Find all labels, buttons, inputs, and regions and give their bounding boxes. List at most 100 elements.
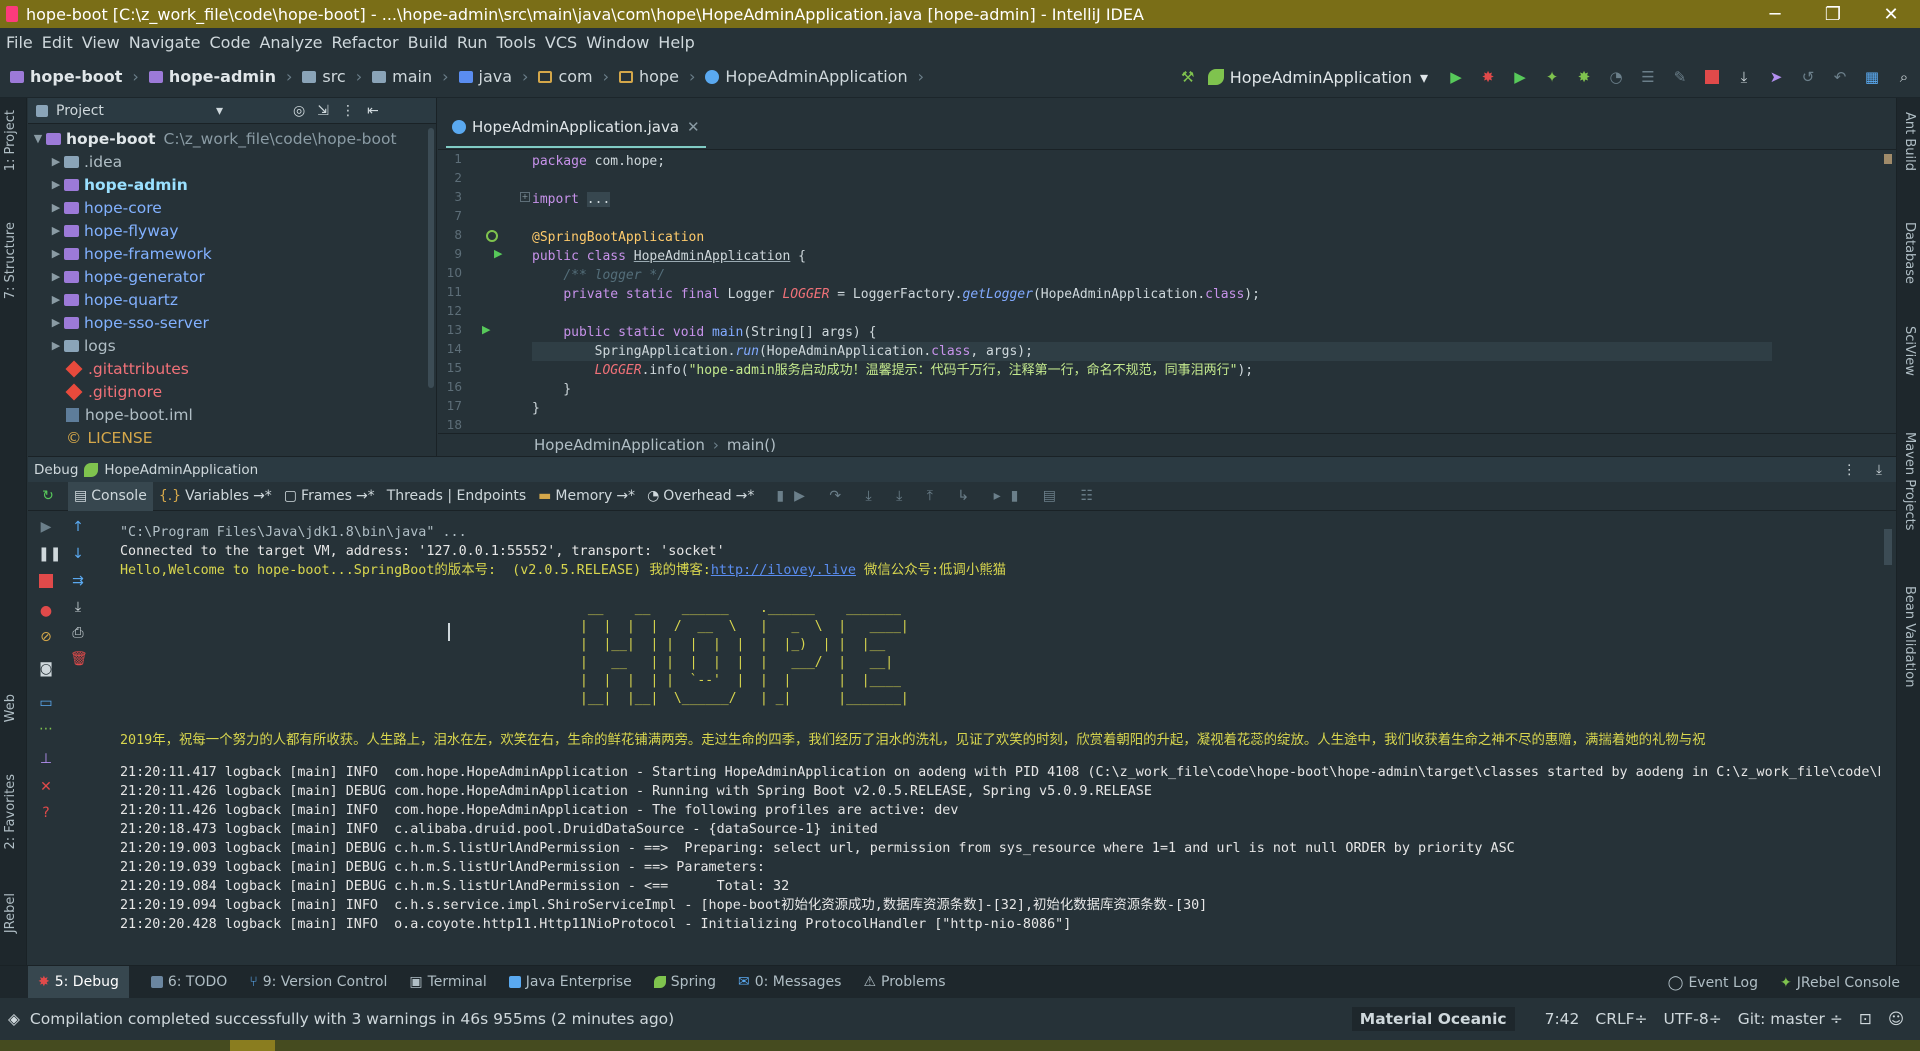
more-icon[interactable]: ⋯: [38, 721, 54, 737]
menu-refactor[interactable]: Refactor: [332, 33, 406, 52]
bottom-tab-event-log[interactable]: ◯ Event Log: [1668, 975, 1758, 991]
debug-session-tab[interactable]: HopeAdminApplication: [104, 462, 258, 478]
console-scrollbar[interactable]: [1884, 529, 1892, 565]
bottom-tab-jrebel-console[interactable]: ✦ JRebel Console: [1780, 975, 1900, 991]
clear-all-icon[interactable]: 🗑: [70, 651, 88, 667]
menu-analyze[interactable]: Analyze: [259, 33, 329, 52]
debug-icon[interactable]: ✸: [1477, 66, 1499, 88]
run-class-gutter-icon[interactable]: ▶: [494, 247, 502, 260]
bottom-tab-version-control[interactable]: ⑂ 9: Version Control: [249, 974, 387, 990]
history-icon[interactable]: ↺: [1797, 66, 1819, 88]
locate-icon[interactable]: ◎: [293, 103, 305, 119]
blog-link[interactable]: http://ilovey.live: [711, 563, 856, 578]
editor-tab-active[interactable]: HopeAdminApplication.java ✕: [446, 108, 706, 148]
project-structure-icon[interactable]: ▦: [1861, 66, 1883, 88]
search-icon[interactable]: ⌕: [1893, 66, 1915, 88]
tree-item-hope-sso-server[interactable]: ▶ hope-sso-server: [48, 311, 209, 334]
breadcrumb-hope-admin[interactable]: hope-admin ›: [148, 67, 292, 86]
tab-frames[interactable]: ▢ Frames →*: [278, 482, 381, 511]
tool-tab-database[interactable]: Database: [1902, 222, 1917, 284]
soft-wrap-icon[interactable]: ⇉: [70, 573, 86, 589]
attach-icon[interactable]: ✎: [1669, 66, 1691, 88]
hide-debug-icon[interactable]: ⤓: [1876, 462, 1882, 478]
rerun-icon[interactable]: ↻: [28, 488, 68, 504]
debug-options-icon[interactable]: ⋮: [1843, 462, 1857, 478]
mute-breakpoints-icon[interactable]: ⊘: [38, 629, 54, 645]
code-area[interactable]: package com.hope; import ... @SpringBoot…: [532, 150, 1832, 420]
status-layers-icon[interactable]: ◈: [8, 1010, 20, 1028]
project-view-select[interactable]: Project: [56, 103, 216, 119]
tool-tab-sciview[interactable]: SciView: [1902, 326, 1917, 376]
hide-icon[interactable]: ⇤: [367, 103, 379, 119]
tool-tab-favorites[interactable]: 2: Favorites: [3, 774, 18, 850]
pause-icon[interactable]: ❚❚: [38, 546, 61, 562]
commit-icon[interactable]: ➤: [1765, 66, 1787, 88]
jrebel-run-icon[interactable]: ✦: [1541, 66, 1563, 88]
crumb-class[interactable]: HopeAdminApplication: [534, 436, 705, 454]
print-icon[interactable]: ⎙: [70, 625, 86, 641]
tool-tab-ant-build[interactable]: Ant Build: [1902, 112, 1917, 171]
menu-edit[interactable]: Edit: [42, 33, 80, 52]
tree-item-idea[interactable]: ▶ .idea: [48, 150, 122, 173]
revert-icon[interactable]: ↶: [1829, 66, 1851, 88]
up-icon[interactable]: ↑: [70, 519, 86, 535]
breadcrumb-java[interactable]: java ›: [458, 67, 528, 86]
tree-item-hope-admin[interactable]: ▶ hope-admin: [48, 173, 188, 196]
bottom-tab-problems[interactable]: ⚠ Problems: [863, 974, 945, 990]
tree-root[interactable]: ▼ hope-boot C:\z_work_file\code\hope-boo…: [30, 127, 397, 150]
tab-memory[interactable]: ▬ Memory →*: [532, 482, 641, 511]
tree-item-iml[interactable]: hope-boot.iml: [48, 403, 193, 426]
breadcrumb-src[interactable]: src ›: [302, 67, 362, 86]
update-project-icon[interactable]: ⤓: [1733, 66, 1755, 88]
profile-icon[interactable]: ◔: [1605, 66, 1627, 88]
run-with-coverage-icon[interactable]: ▶: [1509, 66, 1531, 88]
caret-position[interactable]: 7:42: [1545, 1010, 1580, 1028]
layout-icon[interactable]: ▭: [38, 695, 54, 711]
down-icon[interactable]: ↓: [70, 546, 86, 562]
run-configuration-select[interactable]: HopeAdminApplication ▾: [1207, 68, 1428, 87]
tab-overhead[interactable]: ◔ Overhead →*: [641, 482, 760, 511]
project-scrollbar[interactable]: [428, 128, 434, 388]
resume-icon[interactable]: ▶: [38, 519, 54, 535]
bottom-tab-terminal[interactable]: ▣ Terminal: [409, 974, 486, 990]
crumb-method[interactable]: main(): [727, 436, 776, 454]
bottom-tab-todo[interactable]: 6: TODO: [150, 974, 227, 990]
tree-item-hope-framework[interactable]: ▶ hope-framework: [48, 242, 212, 265]
tab-threads[interactable]: Threads | Endpoints: [381, 482, 532, 511]
bottom-tab-java-enterprise[interactable]: Java Enterprise: [508, 974, 632, 990]
line-separator[interactable]: CRLF÷: [1595, 1010, 1647, 1028]
theme-indicator[interactable]: Material Oceanic: [1351, 1007, 1515, 1031]
view-dropdown-icon[interactable]: ▾: [216, 103, 223, 119]
concurrency-icon[interactable]: ☰: [1637, 66, 1659, 88]
lock-icon[interactable]: ⊡: [1859, 1010, 1872, 1028]
breadcrumb-main[interactable]: main ›: [372, 67, 449, 86]
menu-vcs[interactable]: VCS: [545, 33, 584, 52]
close-button[interactable]: ✕: [1862, 0, 1920, 28]
tool-tab-jrebel[interactable]: JRebel: [3, 893, 18, 933]
breadcrumb-hope[interactable]: hope ›: [619, 67, 695, 86]
tree-item-hope-core[interactable]: ▶ hope-core: [48, 196, 162, 219]
step-icons[interactable]: ▮▶ ↷ ⤓ ⤓ ⤒ ↳ ▸▮ ▤ ☷: [776, 488, 1103, 504]
stop-icon[interactable]: [1701, 66, 1723, 88]
tree-item-hope-flyway[interactable]: ▶ hope-flyway: [48, 219, 179, 242]
bottom-tab-messages[interactable]: ✉ 0: Messages: [738, 974, 841, 990]
breadcrumb-class[interactable]: HopeAdminApplication ›: [705, 67, 924, 86]
pin-icon[interactable]: ⊥: [38, 751, 54, 767]
git-branch[interactable]: Git: master ÷: [1738, 1010, 1843, 1028]
tool-tab-bean-validation[interactable]: Bean Validation: [1902, 586, 1917, 687]
menu-view[interactable]: View: [82, 33, 127, 52]
help-icon[interactable]: ?: [38, 805, 54, 821]
console-output[interactable]: "C:\Program Files\Java\jdk1.8\bin\java" …: [120, 523, 1880, 960]
tree-item-gitignore[interactable]: .gitignore: [48, 380, 162, 403]
menu-window[interactable]: Window: [586, 33, 656, 52]
tool-tab-project[interactable]: 1: Project: [3, 110, 18, 171]
status-message[interactable]: Compilation completed successfully with …: [30, 1010, 674, 1028]
tree-item-hope-generator[interactable]: ▶ hope-generator: [48, 265, 205, 288]
menu-run[interactable]: Run: [457, 33, 495, 52]
editor-error-stripe[interactable]: [1884, 154, 1892, 164]
bottom-tab-debug[interactable]: ✸ 5: Debug: [28, 965, 129, 999]
restore-button[interactable]: ❐: [1804, 0, 1862, 28]
run-icon[interactable]: ▶: [1445, 66, 1467, 88]
menu-build[interactable]: Build: [408, 33, 455, 52]
tool-tab-structure[interactable]: 7: Structure: [3, 222, 18, 299]
